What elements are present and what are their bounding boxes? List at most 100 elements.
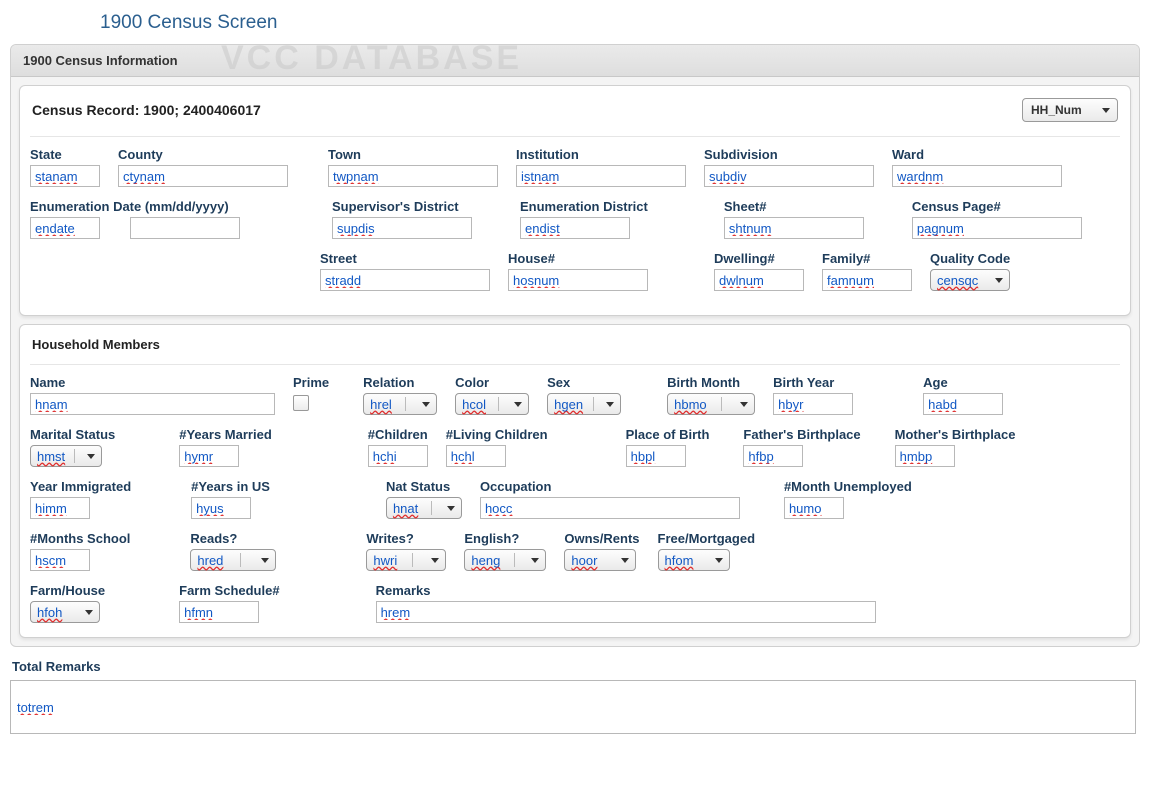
years-us-field[interactable] <box>191 497 251 519</box>
institution-field[interactable] <box>516 165 686 187</box>
farm-house-text: hfoh <box>37 605 62 620</box>
enum-date-field-1[interactable] <box>30 217 100 239</box>
nat-status-select[interactable]: hnat <box>386 497 462 519</box>
sheet-field[interactable] <box>724 217 864 239</box>
mother-birth-field[interactable] <box>895 445 955 467</box>
town-field[interactable] <box>328 165 498 187</box>
label-county: County <box>118 147 288 162</box>
house-field[interactable] <box>508 269 648 291</box>
label-remarks: Remarks <box>376 583 876 598</box>
state-field[interactable] <box>30 165 100 187</box>
county-field[interactable] <box>118 165 288 187</box>
label-farm-schedule: Farm Schedule# <box>179 583 279 598</box>
birth-month-text: hbmo <box>674 397 707 412</box>
label-marital-status: Marital Status <box>30 427 115 442</box>
chevron-down-icon <box>84 449 98 463</box>
dwelling-field[interactable] <box>714 269 804 291</box>
year-immigrated-field[interactable] <box>30 497 90 519</box>
quality-code-select[interactable]: censqc <box>930 269 1010 291</box>
chevron-down-icon <box>82 605 96 619</box>
writes-select[interactable]: hwri <box>366 549 446 571</box>
farm-schedule-field[interactable] <box>179 601 259 623</box>
chevron-down-icon <box>428 553 442 567</box>
remarks-field[interactable] <box>376 601 876 623</box>
writes-text: hwri <box>373 553 397 568</box>
total-remarks-field[interactable] <box>10 680 1136 734</box>
label-ward: Ward <box>892 147 1062 162</box>
label-months-unemployed: #Month Unemployed <box>784 479 912 494</box>
chevron-down-icon <box>1099 103 1113 117</box>
months-unemployed-field[interactable] <box>784 497 844 519</box>
occupation-field[interactable] <box>480 497 740 519</box>
hh-num-select[interactable]: HH_Num <box>1022 98 1118 122</box>
outer-panel: 1900 Census Information VCC DATABASE Cen… <box>10 44 1140 647</box>
owns-rents-select[interactable]: hoor <box>564 549 636 571</box>
years-married-field[interactable] <box>179 445 239 467</box>
census-record-card: Census Record: 1900; 2400406017 HH_Num S… <box>19 85 1131 316</box>
label-enum-dist: Enumeration District <box>520 199 648 214</box>
relation-select[interactable]: hrel <box>363 393 437 415</box>
label-town: Town <box>328 147 498 162</box>
prime-checkbox[interactable] <box>293 395 309 411</box>
marital-status-select[interactable]: hmst <box>30 445 102 467</box>
free-mortgaged-select[interactable]: hfom <box>658 549 730 571</box>
age-field[interactable] <box>923 393 1003 415</box>
subdivision-field[interactable] <box>704 165 874 187</box>
chevron-down-icon <box>258 553 272 567</box>
label-subdivision: Subdivision <box>704 147 874 162</box>
household-members-card: Household Members Name Prime Relation hr… <box>19 324 1131 638</box>
father-birth-field[interactable] <box>743 445 803 467</box>
label-months-school: #Months School <box>30 531 130 546</box>
label-enum-date: Enumeration Date (mm/dd/yyyy) <box>30 199 240 214</box>
label-father-birth: Father's Birthplace <box>743 427 860 442</box>
sup-dist-field[interactable] <box>332 217 472 239</box>
label-birth-month: Birth Month <box>667 375 755 390</box>
chevron-down-icon <box>444 501 458 515</box>
children-field[interactable] <box>368 445 428 467</box>
chevron-down-icon <box>737 397 751 411</box>
months-school-field[interactable] <box>30 549 90 571</box>
farm-house-select[interactable]: hfoh <box>30 601 100 623</box>
name-field[interactable] <box>30 393 275 415</box>
english-select[interactable]: heng <box>464 549 546 571</box>
label-sheet: Sheet# <box>724 199 864 214</box>
sex-select[interactable]: hgen <box>547 393 621 415</box>
label-nat-status: Nat Status <box>386 479 462 494</box>
chevron-down-icon <box>992 273 1006 287</box>
marital-status-text: hmst <box>37 449 65 464</box>
label-occupation: Occupation <box>480 479 740 494</box>
census-page-field[interactable] <box>912 217 1082 239</box>
chevron-down-icon <box>528 553 542 567</box>
english-text: heng <box>471 553 500 568</box>
free-mortgaged-text: hfom <box>665 553 694 568</box>
label-prime: Prime <box>293 375 329 390</box>
label-reads: Reads? <box>190 531 276 546</box>
reads-select[interactable]: hred <box>190 549 276 571</box>
label-writes: Writes? <box>366 531 446 546</box>
chevron-down-icon <box>603 397 617 411</box>
label-house: House# <box>508 251 648 266</box>
chevron-down-icon <box>618 553 632 567</box>
place-birth-field[interactable] <box>626 445 686 467</box>
living-children-field[interactable] <box>446 445 506 467</box>
family-field[interactable] <box>822 269 912 291</box>
birth-month-select[interactable]: hbmo <box>667 393 755 415</box>
household-members-title: Household Members <box>30 333 1120 365</box>
enum-dist-field[interactable] <box>520 217 630 239</box>
label-living-children: #Living Children <box>446 427 548 442</box>
label-institution: Institution <box>516 147 686 162</box>
chevron-down-icon <box>712 553 726 567</box>
enum-date-field-2[interactable] <box>130 217 240 239</box>
label-color: Color <box>455 375 529 390</box>
birth-year-field[interactable] <box>773 393 853 415</box>
label-census-page: Census Page# <box>912 199 1082 214</box>
ward-field[interactable] <box>892 165 1062 187</box>
relation-text: hrel <box>370 397 392 412</box>
label-children: #Children <box>368 427 428 442</box>
label-dwelling: Dwelling# <box>714 251 804 266</box>
street-field[interactable] <box>320 269 490 291</box>
label-birth-year: Birth Year <box>773 375 853 390</box>
census-record-title: Census Record: 1900; 2400406017 <box>32 102 261 118</box>
label-name: Name <box>30 375 275 390</box>
color-select[interactable]: hcol <box>455 393 529 415</box>
